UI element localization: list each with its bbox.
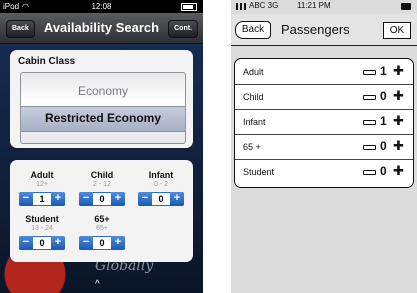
- passenger-child: Child 2 - 12 − 0 +: [74, 170, 130, 206]
- increment-button[interactable]: +: [51, 236, 65, 250]
- passenger-range: 12+: [36, 181, 48, 188]
- plus-icon[interactable]: ✚: [393, 89, 404, 102]
- list-item: Infant 1 ✚: [235, 109, 413, 135]
- row-value: 1: [380, 64, 387, 78]
- status-time: 11:21 PM: [297, 1, 331, 10]
- cabin-class-picker[interactable]: Economy Restricted Economy: [20, 72, 186, 144]
- list-item: Child 0 ✚: [235, 84, 413, 110]
- passenger-range: 2 - 12: [93, 181, 111, 188]
- senior-stepper: − 0 +: [79, 236, 125, 250]
- cabin-class-label: Cabin Class: [18, 56, 76, 67]
- ok-button[interactable]: OK: [383, 22, 411, 39]
- passenger-list: Adult 1 ✚ Child 0 ✚ Infant 1 ✚ 65 + 0 ✚ …: [234, 58, 414, 188]
- carrier-label: ABC 3G: [249, 1, 279, 10]
- stepper-value: 1: [33, 193, 51, 205]
- status-bar: iPod ◠ 12:08: [0, 0, 203, 13]
- passenger-range: 0 - 2: [153, 181, 168, 188]
- nav-bar: Back Availability Search Cont.: [0, 13, 203, 44]
- left-phone-screen: iPod ◠ 12:08 Back Availability Search Co…: [0, 0, 203, 293]
- passenger-name: Student: [25, 214, 59, 224]
- row-value: 0: [380, 164, 387, 178]
- row-label: Student: [243, 167, 275, 177]
- row-label: Infant: [243, 117, 266, 127]
- student-stepper: − 0 +: [19, 236, 65, 250]
- minus-icon[interactable]: [363, 120, 376, 125]
- decrement-button[interactable]: −: [19, 236, 33, 250]
- minus-icon[interactable]: [363, 170, 376, 175]
- passenger-range: 65+: [96, 225, 108, 232]
- passenger-senior: 65+ 65+ − 0 +: [74, 214, 130, 250]
- status-bar: ABC 3G 11:21 PM: [231, 0, 417, 13]
- adult-stepper: − 1 +: [19, 192, 65, 206]
- increment-button[interactable]: +: [111, 236, 125, 250]
- increment-button[interactable]: +: [51, 192, 65, 206]
- passenger-student: Student 13 - 24 − 0 +: [14, 214, 70, 250]
- passenger-name: Child: [90, 170, 114, 180]
- row-label: Adult: [243, 67, 264, 77]
- battery-icon: [181, 3, 197, 11]
- row-label: Child: [243, 92, 264, 102]
- plus-icon[interactable]: ✚: [393, 139, 404, 152]
- cabin-class-card: Cabin Class Economy Restricted Economy: [10, 50, 193, 148]
- passenger-adult: Adult 12+ − 1 +: [14, 170, 70, 206]
- minus-icon[interactable]: [363, 70, 376, 75]
- plus-icon[interactable]: ✚: [393, 114, 404, 127]
- battery-icon: [401, 3, 411, 10]
- passenger-infant: Infant 0 - 2 − 0 +: [133, 170, 189, 206]
- child-stepper: − 0 +: [79, 192, 125, 206]
- stepper-value: 0: [93, 193, 111, 205]
- plus-icon[interactable]: ✚: [393, 164, 404, 177]
- status-time: 12:08: [91, 2, 112, 11]
- stepper-value: 0: [33, 237, 51, 249]
- signal-icon: [236, 3, 246, 10]
- row-value: 1: [380, 114, 387, 128]
- list-item: Adult 1 ✚: [235, 59, 413, 85]
- nav-bar: Back Passengers OK: [231, 14, 417, 46]
- stepper-value: 0: [152, 193, 170, 205]
- back-button[interactable]: Back: [235, 21, 271, 39]
- passenger-card: Adult 12+ − 1 + Child 2 - 12 − 0 + Infan…: [10, 160, 193, 262]
- picker-option-economy[interactable]: Economy: [21, 84, 185, 98]
- increment-button[interactable]: +: [111, 192, 125, 206]
- chevron-up-icon[interactable]: ^: [95, 279, 100, 290]
- minus-icon[interactable]: [363, 145, 376, 150]
- page-title: Passengers: [281, 22, 350, 37]
- decrement-button[interactable]: −: [19, 192, 33, 206]
- infant-stepper: − 0 +: [138, 192, 184, 206]
- decrement-button[interactable]: −: [79, 236, 93, 250]
- plus-icon[interactable]: ✚: [393, 64, 404, 77]
- passenger-name: Adult: [30, 170, 54, 180]
- row-value: 0: [380, 89, 387, 103]
- passenger-range: 13 - 24: [31, 225, 53, 232]
- minus-icon[interactable]: [363, 95, 376, 100]
- right-phone-screen: ABC 3G 11:21 PM Back Passengers OK Adult…: [231, 0, 417, 293]
- picker-option-restricted-economy[interactable]: Restricted Economy: [21, 111, 185, 125]
- row-value: 0: [380, 139, 387, 153]
- continue-button[interactable]: Cont.: [168, 20, 198, 38]
- increment-button[interactable]: +: [170, 192, 184, 206]
- passenger-name: 65+: [94, 214, 110, 224]
- decrement-button[interactable]: −: [79, 192, 93, 206]
- list-item: Student 0 ✚: [235, 159, 413, 184]
- row-label: 65 +: [243, 142, 261, 152]
- stepper-value: 0: [93, 237, 111, 249]
- passenger-name: Infant: [148, 170, 174, 180]
- list-item: 65 + 0 ✚: [235, 134, 413, 160]
- decrement-button[interactable]: −: [138, 192, 152, 206]
